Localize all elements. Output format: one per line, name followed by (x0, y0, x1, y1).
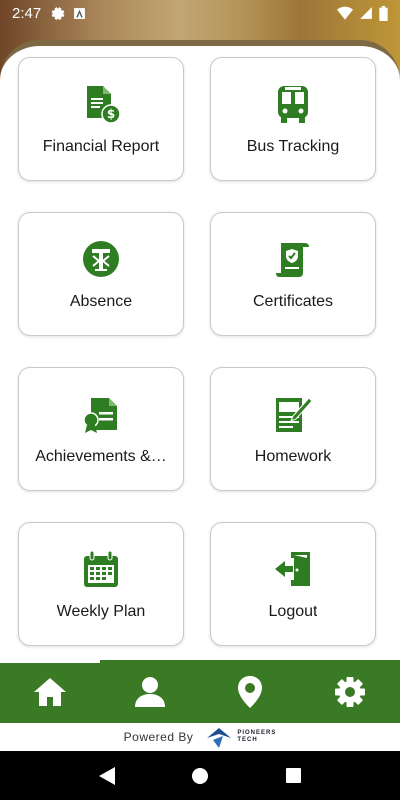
absence-icon (79, 237, 123, 281)
financial-report-button[interactable]: $ Financial Report (18, 57, 184, 181)
recents-icon[interactable] (286, 768, 302, 783)
back-icon[interactable] (98, 766, 115, 785)
bottom-navigation (0, 660, 400, 723)
settings-icon (335, 676, 365, 707)
financial-report-icon: $ (79, 82, 123, 126)
location-icon (238, 675, 262, 708)
powered-by-text: Powered By (123, 730, 194, 744)
svg-text:$: $ (107, 107, 115, 121)
nav-profile-button[interactable] (120, 662, 180, 722)
system-navigation-bar (0, 751, 400, 800)
achievements-button[interactable]: Achievements &… (18, 367, 184, 491)
tile-label: Achievements &… (35, 448, 167, 465)
powered-by-footer: Powered By PIONEERS TECH (0, 723, 400, 751)
brand-suffix: TECH (237, 737, 258, 743)
tile-label: Homework (254, 448, 332, 465)
achievements-icon (79, 392, 123, 436)
tile-label: Logout (268, 603, 318, 620)
calendar-icon (79, 547, 123, 591)
status-bar: 2:47 (0, 0, 400, 26)
tile-label: Absence (69, 293, 133, 310)
pioneers-logo-icon (207, 728, 232, 748)
logout-button[interactable]: Logout (210, 522, 376, 646)
active-tab-indicator (0, 660, 100, 663)
nav-settings-button[interactable] (320, 662, 380, 722)
gear-status-icon (51, 7, 65, 20)
signal-icon (360, 7, 372, 19)
profile-icon (135, 676, 165, 707)
dashboard-panel: $ Financial Report Bus Tracking Absence … (0, 40, 400, 665)
tile-label: Financial Report (42, 138, 160, 155)
tile-label: Certificates (252, 293, 334, 310)
brand-name: PIONEERS (237, 730, 277, 736)
certificate-icon (271, 237, 315, 281)
bus-icon (271, 82, 315, 126)
app-status-icon (74, 7, 86, 19)
wifi-icon (337, 6, 353, 20)
bus-tracking-button[interactable]: Bus Tracking (210, 57, 376, 181)
logout-icon (271, 547, 315, 591)
certificates-button[interactable]: Certificates (210, 212, 376, 336)
home-circle-icon[interactable] (192, 767, 209, 784)
homework-icon (271, 392, 315, 436)
weekly-plan-button[interactable]: Weekly Plan (18, 522, 184, 646)
tile-label: Bus Tracking (246, 138, 340, 155)
homework-button[interactable]: Homework (210, 367, 376, 491)
status-time: 2:47 (12, 4, 42, 22)
nav-location-button[interactable] (220, 662, 280, 722)
nav-home-button[interactable] (20, 662, 80, 722)
absence-button[interactable]: Absence (18, 212, 184, 336)
home-icon (34, 677, 66, 706)
tile-label: Weekly Plan (56, 603, 146, 620)
brand-logo: PIONEERS TECH (205, 726, 276, 748)
battery-icon (379, 5, 388, 21)
